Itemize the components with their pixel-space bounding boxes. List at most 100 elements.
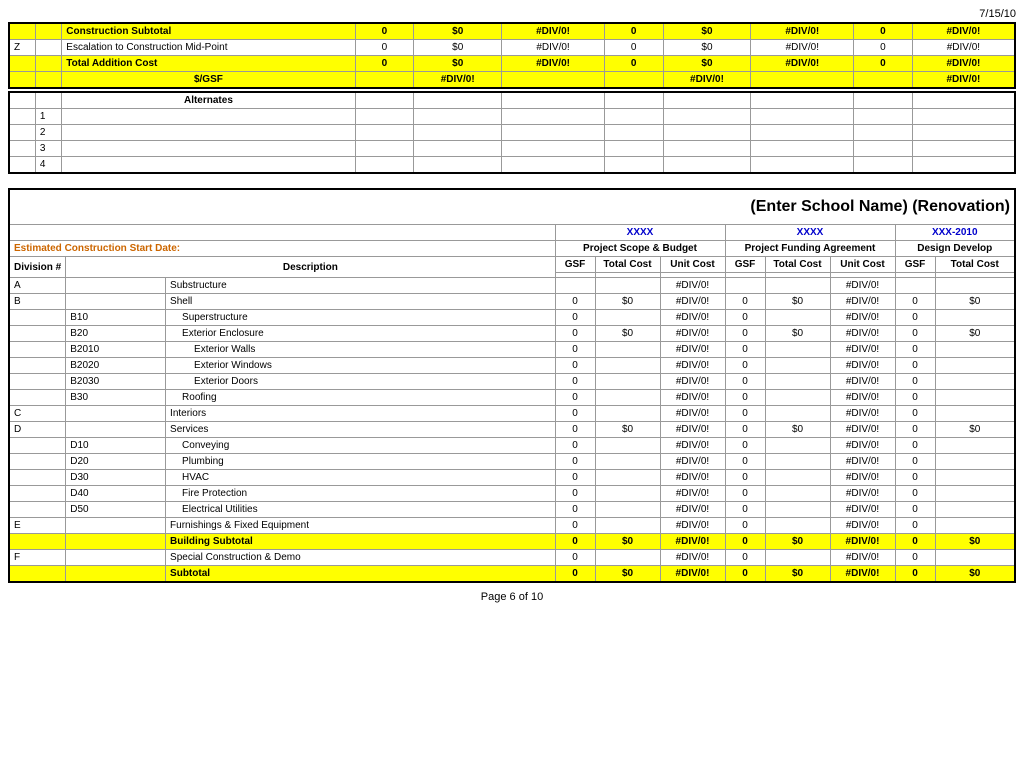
- tc3-F: [935, 550, 1015, 566]
- ta-gsf3: 0: [854, 56, 913, 72]
- empty: [854, 92, 913, 109]
- gsf2-sub: 0: [725, 566, 765, 583]
- empty: [912, 125, 1015, 141]
- tc2-C: [765, 406, 830, 422]
- gsf3-sub: 0: [895, 566, 935, 583]
- empty: [912, 141, 1015, 157]
- gsf-h2: GSF: [725, 257, 765, 273]
- gsf2-E: 0: [725, 518, 765, 534]
- gsf1-B10: 0: [555, 310, 595, 326]
- empty: [9, 72, 35, 89]
- uc2-D30: #DIV/0!: [830, 470, 895, 486]
- gsf2-B2030: 0: [725, 374, 765, 390]
- gsf1-B: 0: [555, 294, 595, 310]
- gsf3-F: 0: [895, 550, 935, 566]
- empty: [502, 157, 605, 174]
- school-title-row: (Enter School Name) (Renovation): [9, 189, 1015, 225]
- empty: [355, 157, 414, 174]
- tc1-bs: $0: [595, 534, 660, 550]
- empty: [414, 157, 502, 174]
- uc1-B2010: #DIV/0!: [660, 342, 725, 358]
- tc3-sub: $0: [935, 566, 1015, 583]
- empty: [663, 125, 751, 141]
- row-C: C Interiors 0 #DIV/0! 0 #DIV/0! 0: [9, 406, 1015, 422]
- gsf2-D10: 0: [725, 438, 765, 454]
- div-A: A: [9, 278, 66, 294]
- tc2-D20: [765, 454, 830, 470]
- code-E: [66, 518, 166, 534]
- empty: [604, 125, 663, 141]
- esc-uc2: #DIV/0!: [751, 40, 854, 56]
- tc3-B30: [935, 390, 1015, 406]
- empty: [854, 157, 913, 174]
- div-B10: [9, 310, 66, 326]
- escalation-row: Z Escalation to Construction Mid-Point 0…: [9, 40, 1015, 56]
- esc-code: Z: [9, 40, 35, 56]
- empty: [35, 72, 61, 89]
- gsf2-C: 0: [725, 406, 765, 422]
- alt-num: 1: [35, 109, 61, 125]
- div-D: D: [9, 422, 66, 438]
- label-B20: Exterior Enclosure: [166, 326, 555, 342]
- tc3-D30: [935, 470, 1015, 486]
- div-B2030: [9, 374, 66, 390]
- code-B20: B20: [66, 326, 166, 342]
- uc-h2: Unit Cost: [830, 257, 895, 273]
- gsf3-E: 0: [895, 518, 935, 534]
- gsf3-bs: 0: [895, 534, 935, 550]
- empty: [355, 92, 414, 109]
- row-D50: D50 Electrical Utilities 0 #DIV/0! 0 #DI…: [9, 502, 1015, 518]
- uc2-B20: #DIV/0!: [830, 326, 895, 342]
- description-header: Description: [66, 257, 555, 278]
- empty: [854, 141, 913, 157]
- gsf-h1: GSF: [555, 257, 595, 273]
- tc1-E: [595, 518, 660, 534]
- empty: [663, 157, 751, 174]
- div-B: B: [9, 294, 66, 310]
- tc1-B2010: [595, 342, 660, 358]
- esc-gsf1: 0: [355, 40, 414, 56]
- code-A: [66, 278, 166, 294]
- uc1-B: #DIV/0!: [660, 294, 725, 310]
- alt-num: 3: [35, 141, 61, 157]
- empty: [9, 141, 35, 157]
- page-number: Page 6 of 10: [8, 591, 1016, 603]
- div-B2020: [9, 358, 66, 374]
- top-table: Construction Subtotal 0 $0 #DIV/0! 0 $0 …: [8, 22, 1016, 89]
- code-B2020: B2020: [66, 358, 166, 374]
- row-F: F Special Construction & Demo 0 #DIV/0! …: [9, 550, 1015, 566]
- cs-uc2: #DIV/0!: [751, 23, 854, 40]
- empty-cell: [9, 23, 35, 40]
- construction-subtotal-label: Construction Subtotal: [62, 23, 355, 40]
- uc2-B30: #DIV/0!: [830, 390, 895, 406]
- uc2-C: #DIV/0!: [830, 406, 895, 422]
- gsf1-B2020: 0: [555, 358, 595, 374]
- gsf2-D50: 0: [725, 502, 765, 518]
- uc2-B2030: #DIV/0!: [830, 374, 895, 390]
- tc-h1: Total Cost: [595, 257, 660, 273]
- gsf2-B2020: 0: [725, 358, 765, 374]
- tc1-B2030: [595, 374, 660, 390]
- uc2-D: #DIV/0!: [830, 422, 895, 438]
- tc3-B2020: [935, 358, 1015, 374]
- uc2-D10: #DIV/0!: [830, 438, 895, 454]
- row-D30: D30 HVAC 0 #DIV/0! 0 #DIV/0! 0: [9, 470, 1015, 486]
- row-B2030: B2030 Exterior Doors 0 #DIV/0! 0 #DIV/0!…: [9, 374, 1015, 390]
- tc3-D50: [935, 502, 1015, 518]
- uc1-E: #DIV/0!: [660, 518, 725, 534]
- design-develop-label: Design Develop: [895, 241, 1015, 257]
- gsf3-B2010: 0: [895, 342, 935, 358]
- empty: [35, 40, 61, 56]
- gsf3-B10: 0: [895, 310, 935, 326]
- uc1-B10: #DIV/0!: [660, 310, 725, 326]
- empty: [35, 56, 61, 72]
- gsf1-E: 0: [555, 518, 595, 534]
- empty: [912, 109, 1015, 125]
- alternates-label: Alternates: [62, 92, 355, 109]
- uc2-F: #DIV/0!: [830, 550, 895, 566]
- tc3-A: [935, 278, 1015, 294]
- alternate-row: 2: [9, 125, 1015, 141]
- label-B2030: Exterior Doors: [166, 374, 555, 390]
- tc2-D40: [765, 486, 830, 502]
- uc1-D: #DIV/0!: [660, 422, 725, 438]
